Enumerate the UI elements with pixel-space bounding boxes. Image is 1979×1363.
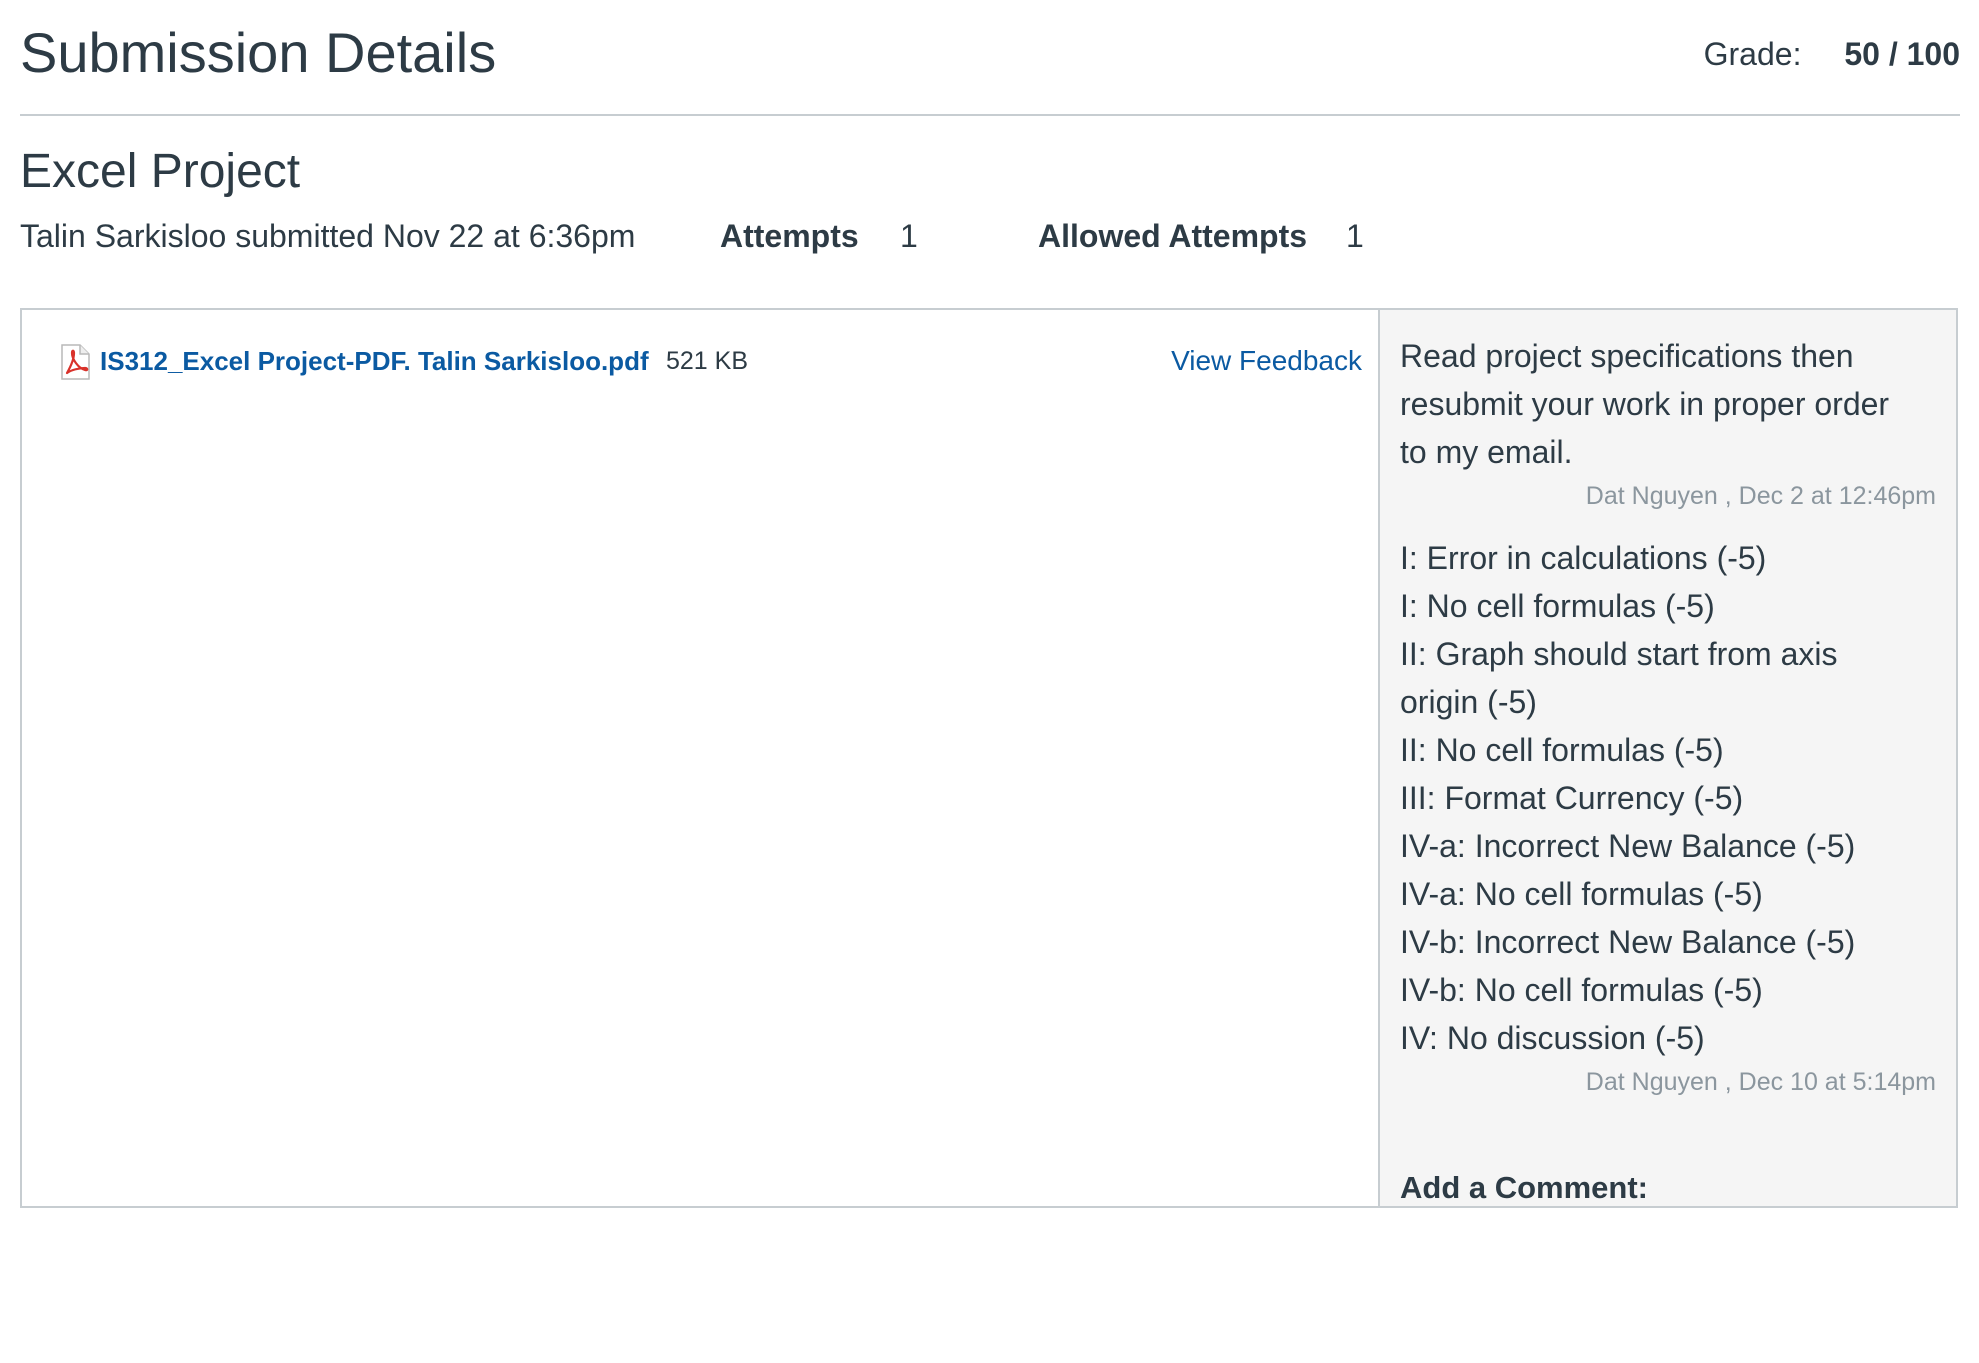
comment-line: III: Format Currency (-5)	[1400, 780, 1744, 816]
comment-item: Read project specifications then resubmi…	[1400, 332, 1936, 514]
comment-text: I: Error in calculations (-5) I: No cell…	[1400, 534, 1936, 1062]
add-comment-label: Add a Comment:	[1400, 1170, 1648, 1205]
allowed-attempts-value: 1	[1346, 218, 1364, 254]
comment-line: IV: No discussion (-5)	[1400, 1020, 1705, 1056]
allowed-attempts-label: Allowed Attempts	[1038, 218, 1308, 254]
comment-line: II: Graph should start from axis	[1400, 636, 1838, 672]
comment-line: II: No cell formulas (-5)	[1400, 732, 1724, 768]
grade-label: Grade:	[1703, 36, 1802, 72]
submitted-by-text: Talin Sarkisloo submitted Nov 22 at 6:36…	[20, 218, 636, 254]
grade-display: Grade: 50 / 100	[1704, 34, 1960, 74]
comment-item: I: Error in calculations (-5) I: No cell…	[1400, 534, 1936, 1100]
attempts-label: Attempts	[720, 218, 859, 254]
comment-line: IV-a: Incorrect New Balance (-5)	[1400, 828, 1856, 864]
comment-line: I: No cell formulas (-5)	[1400, 588, 1715, 624]
comment-line: IV-b: Incorrect New Balance (-5)	[1400, 924, 1856, 960]
submission-content-box: IS312_Excel Project-PDF. Talin Sarkisloo…	[20, 308, 1958, 1208]
pdf-icon	[58, 344, 92, 380]
comment-line: IV-b: No cell formulas (-5)	[1400, 972, 1763, 1008]
assignment-title: Excel Project	[20, 145, 301, 198]
comment-text: Read project specifications then resubmi…	[1400, 332, 1936, 476]
comment-line: origin (-5)	[1400, 684, 1537, 720]
comment-author-date: Dat Nguyen , Dec 10 at 5:14pm	[1585, 1068, 1936, 1096]
comment-line: resubmit your work in proper order	[1400, 386, 1890, 422]
comment-author-date: Dat Nguyen , Dec 2 at 12:46pm	[1585, 482, 1936, 510]
comments-panel: Read project specifications then resubmi…	[1378, 310, 1956, 1206]
comment-line: Read project specifications then	[1400, 338, 1854, 374]
view-feedback-link[interactable]: View Feedback	[1171, 338, 1362, 384]
comment-line: to my email.	[1400, 434, 1573, 470]
attempts-value: 1	[900, 218, 918, 254]
files-panel: IS312_Excel Project-PDF. Talin Sarkisloo…	[22, 310, 1378, 1206]
comment-line: I: Error in calculations (-5)	[1400, 540, 1767, 576]
file-row: IS312_Excel Project-PDF. Talin Sarkisloo…	[58, 338, 1362, 384]
page-title: Submission Details	[20, 21, 497, 84]
page-header: Submission Details Grade: 50 / 100	[20, 0, 1960, 116]
grade-value: 50 / 100	[1844, 36, 1960, 72]
file-download-link[interactable]: IS312_Excel Project-PDF. Talin Sarkisloo…	[100, 338, 649, 384]
comment-line: IV-a: No cell formulas (-5)	[1400, 876, 1763, 912]
file-size: 521 KB	[666, 347, 749, 375]
